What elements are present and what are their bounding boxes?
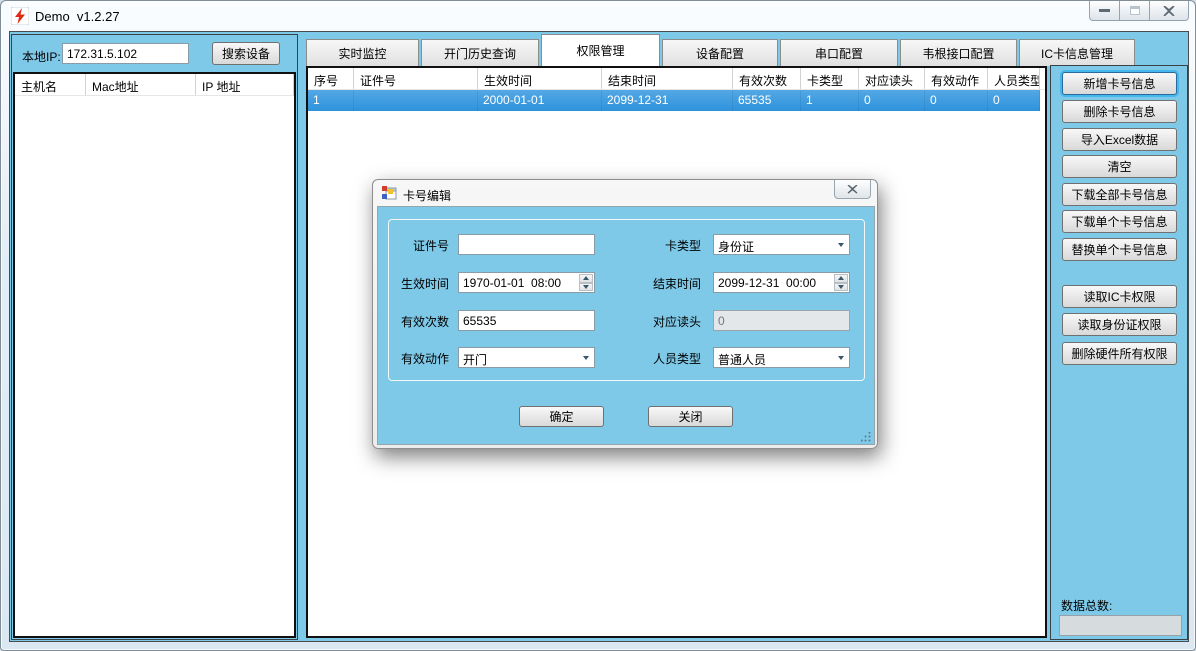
- start-time-label: 生效时间: [384, 272, 449, 293]
- column-header-host-name[interactable]: 主机名: [15, 74, 86, 95]
- column-header-serial[interactable]: 序号: [308, 68, 354, 89]
- read-ic-permission-button[interactable]: 读取IC卡权限: [1062, 285, 1177, 308]
- column-header-ip-address[interactable]: IP 地址: [196, 74, 294, 95]
- add-card-info-button[interactable]: 新增卡号信息: [1062, 72, 1177, 95]
- card-type-label: 卡类型: [636, 234, 701, 255]
- dialog-cancel-button[interactable]: 关闭: [648, 406, 733, 427]
- permission-table-header: 序号 证件号 生效时间 结束时间 有效次数 卡类型 对应读头 有效动作 人员类型: [308, 68, 1045, 90]
- reader-label: 对应读头: [636, 310, 701, 331]
- end-time-label: 结束时间: [636, 272, 701, 293]
- valid-count-label: 有效次数: [384, 310, 449, 331]
- spinner-up-icon[interactable]: [579, 274, 593, 283]
- replace-single-card-button[interactable]: 替换单个卡号信息: [1062, 238, 1177, 261]
- device-list[interactable]: 主机名 Mac地址 IP 地址: [13, 72, 296, 638]
- tab-ic-card-management[interactable]: IC卡信息管理: [1019, 39, 1135, 66]
- column-header-cert-no[interactable]: 证件号: [354, 68, 478, 89]
- download-all-cards-button[interactable]: 下载全部卡号信息: [1062, 183, 1177, 206]
- person-type-label: 人员类型: [636, 347, 701, 368]
- tab-strip: 实时监控 开门历史查询 权限管理 设备配置 串口配置 韦根接口配置 IC卡信息管…: [306, 34, 1135, 66]
- cert-no-label: 证件号: [384, 234, 449, 255]
- maximize-icon: [1130, 6, 1140, 15]
- download-single-card-button[interactable]: 下载单个卡号信息: [1062, 210, 1177, 233]
- device-list-header: 主机名 Mac地址 IP 地址: [15, 74, 294, 96]
- read-id-permission-button[interactable]: 读取身份证权限: [1062, 313, 1177, 336]
- tab-permission-management[interactable]: 权限管理: [541, 34, 660, 66]
- close-icon: [1163, 6, 1175, 16]
- tab-door-history[interactable]: 开门历史查询: [421, 39, 539, 66]
- dialog-titlebar[interactable]: 卡号编辑: [373, 180, 877, 206]
- card-edit-dialog: 卡号编辑 证件号 卡类型 身份证 生效时间 1970-01-01 08:00: [372, 179, 878, 449]
- action-label: 有效动作: [384, 347, 449, 368]
- lightning-logo-icon: [11, 7, 29, 25]
- minimize-button[interactable]: [1089, 1, 1120, 21]
- cert-no-input[interactable]: [458, 234, 595, 255]
- resize-grip-icon[interactable]: [861, 432, 871, 442]
- dialog-body: 证件号 卡类型 身份证 生效时间 1970-01-01 08:00 结束时间 2…: [377, 206, 875, 445]
- reader-input: [713, 310, 850, 331]
- dialog-close-button[interactable]: [834, 180, 871, 199]
- column-header-valid-count[interactable]: 有效次数: [733, 68, 801, 89]
- column-header-end-time[interactable]: 结束时间: [602, 68, 733, 89]
- app-window: Demo v1.2.27 本地IP: 搜索设备 主机名 Mac地址 IP 地址: [0, 0, 1196, 651]
- delete-card-info-button[interactable]: 删除卡号信息: [1062, 100, 1177, 123]
- spinner-up-icon[interactable]: [834, 274, 848, 283]
- device-panel: 本地IP: 搜索设备 主机名 Mac地址 IP 地址: [11, 34, 298, 640]
- column-header-person-type[interactable]: 人员类型: [988, 68, 1040, 89]
- tab-serial-config[interactable]: 串口配置: [780, 39, 898, 66]
- search-devices-button[interactable]: 搜索设备: [212, 42, 280, 65]
- person-type-combo[interactable]: 普通人员: [713, 347, 850, 368]
- close-button[interactable]: [1149, 1, 1189, 21]
- delete-hw-permission-button[interactable]: 删除硬件所有权限: [1062, 342, 1177, 365]
- tab-realtime-monitor[interactable]: 实时监控: [306, 39, 419, 66]
- dropdown-arrow-icon: [577, 348, 594, 367]
- dialog-title: 卡号编辑: [403, 187, 451, 204]
- end-time-picker[interactable]: 2099-12-31 00:00: [713, 272, 850, 293]
- table-row-selected[interactable]: 1 2000-01-01 2099-12-31 65535 1 0 0 0: [308, 90, 1040, 111]
- column-header-action[interactable]: 有效动作: [925, 68, 988, 89]
- close-icon: [847, 185, 858, 194]
- tab-device-config[interactable]: 设备配置: [662, 39, 778, 66]
- action-combo[interactable]: 开门: [458, 347, 595, 368]
- minimize-icon: [1099, 9, 1110, 12]
- window-title: Demo v1.2.27: [35, 9, 120, 24]
- dropdown-arrow-icon: [832, 348, 849, 367]
- column-header-start-time[interactable]: 生效时间: [478, 68, 602, 89]
- valid-count-input[interactable]: [458, 310, 595, 331]
- import-excel-button[interactable]: 导入Excel数据: [1062, 128, 1177, 151]
- total-count-input: [1059, 615, 1182, 636]
- spinner: [578, 273, 594, 292]
- ok-button[interactable]: 确定: [519, 406, 604, 427]
- column-header-reader[interactable]: 对应读头: [859, 68, 925, 89]
- titlebar[interactable]: Demo v1.2.27: [1, 1, 1195, 31]
- card-type-combo[interactable]: 身份证: [713, 234, 850, 255]
- spinner-down-icon[interactable]: [834, 283, 848, 292]
- maximize-button: [1119, 1, 1150, 21]
- local-ip-input[interactable]: [62, 43, 189, 64]
- total-count-label: 数据总数:: [1061, 597, 1112, 614]
- local-ip-label: 本地IP:: [22, 48, 61, 65]
- dropdown-arrow-icon: [832, 235, 849, 254]
- column-header-mac-address[interactable]: Mac地址: [86, 74, 196, 95]
- form-icon: [382, 186, 397, 200]
- column-header-card-type[interactable]: 卡类型: [801, 68, 859, 89]
- tab-wiegand-config[interactable]: 韦根接口配置: [900, 39, 1017, 66]
- start-time-picker[interactable]: 1970-01-01 08:00: [458, 272, 595, 293]
- spinner-down-icon[interactable]: [579, 283, 593, 292]
- action-panel: 新增卡号信息 删除卡号信息 导入Excel数据 清空 下载全部卡号信息 下载单个…: [1050, 65, 1188, 640]
- spinner: [833, 273, 849, 292]
- clear-button[interactable]: 清空: [1062, 155, 1177, 178]
